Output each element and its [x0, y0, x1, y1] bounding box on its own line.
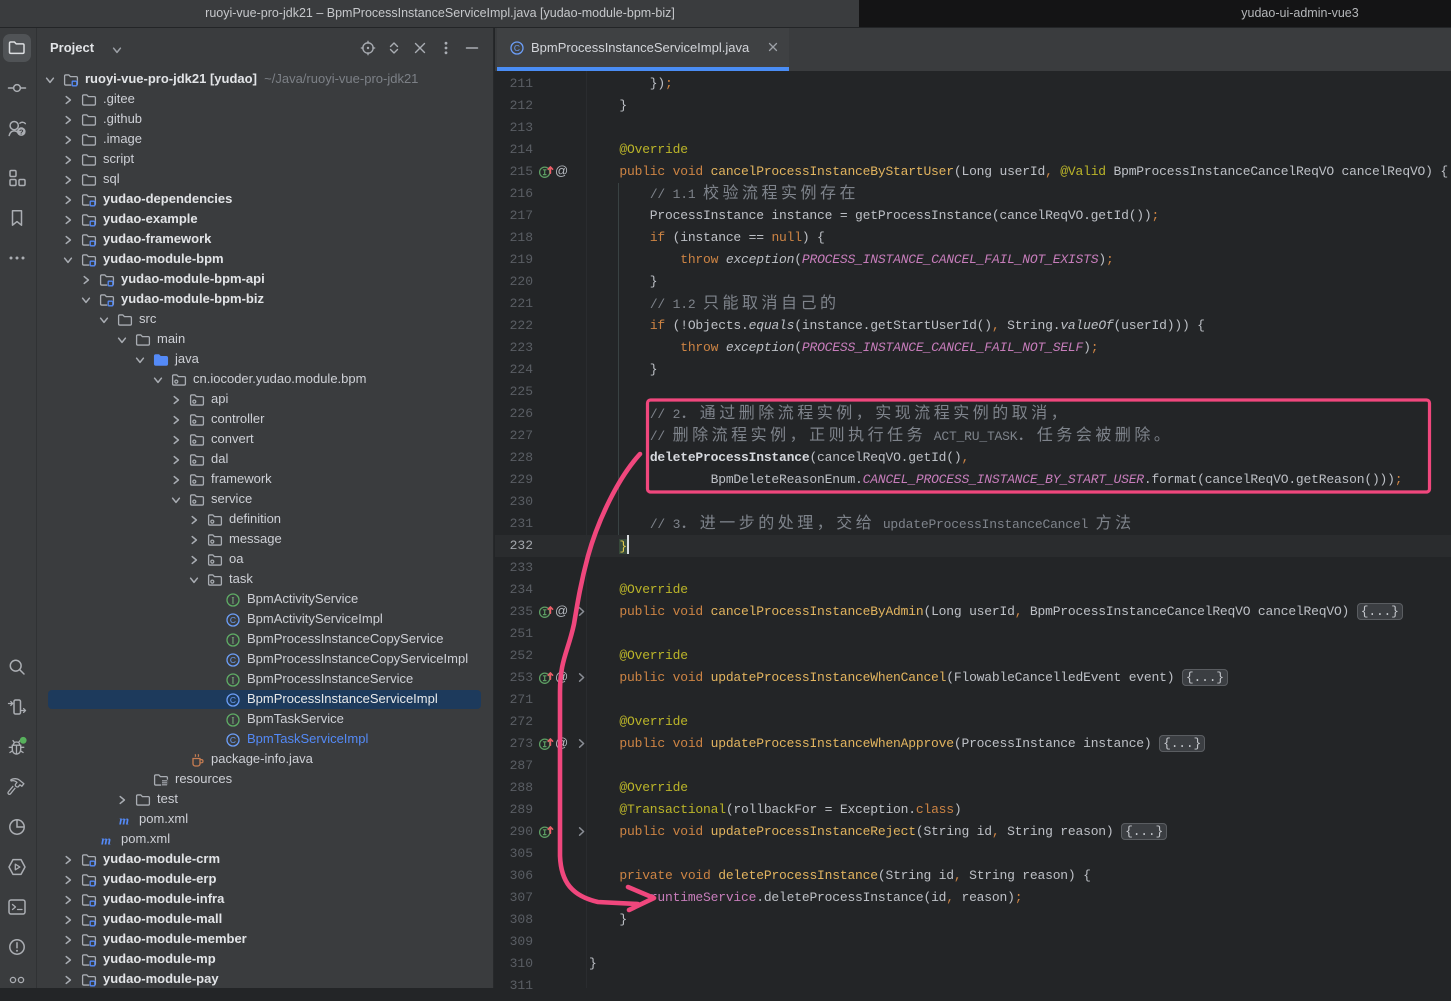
- svg-text:?: ?: [19, 128, 24, 137]
- svg-text:C: C: [230, 655, 236, 665]
- svg-text:@: @: [555, 735, 568, 750]
- svg-text:C: C: [230, 735, 236, 745]
- svg-text:I: I: [231, 636, 234, 646]
- svg-text:@: @: [555, 163, 568, 178]
- svg-text:m: m: [101, 833, 111, 848]
- svg-text:I: I: [231, 716, 234, 726]
- svg-text:C: C: [514, 43, 520, 53]
- svg-text:@: @: [555, 669, 568, 684]
- svg-text:C: C: [230, 695, 236, 705]
- svg-text:C: C: [230, 615, 236, 625]
- svg-text:m: m: [119, 813, 129, 828]
- svg-text:I: I: [231, 596, 234, 606]
- svg-text:@: @: [555, 603, 568, 618]
- svg-text:I: I: [231, 676, 234, 686]
